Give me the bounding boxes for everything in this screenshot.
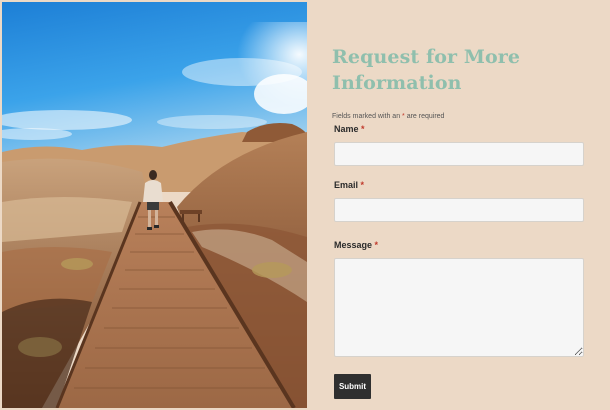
required-fields-note: Fields marked with an * are required (332, 112, 586, 122)
name-field-group: Name * (334, 124, 586, 166)
name-required-star: * (361, 124, 365, 134)
message-label-text: Message (334, 240, 373, 250)
submit-button[interactable]: Submit (334, 374, 371, 399)
required-note-text-before: Fields marked with an (332, 113, 403, 120)
message-textarea[interactable] (334, 258, 584, 357)
name-input[interactable] (334, 142, 584, 166)
name-label-text: Name (334, 124, 359, 134)
email-label: Email * (334, 180, 586, 191)
boardwalk-hiker-photo (2, 2, 307, 408)
request-info-form: Request for More Information Fields mark… (332, 44, 586, 399)
email-input[interactable] (334, 198, 584, 222)
message-field-group: Message * (334, 240, 586, 357)
required-note-text-after: are required (404, 113, 445, 120)
page: Request for More Information Fields mark… (0, 0, 610, 410)
message-label: Message * (334, 240, 586, 251)
email-label-text: Email (334, 180, 359, 190)
email-required-star: * (360, 180, 365, 190)
name-label: Name * (334, 124, 586, 135)
email-field-group: Email * (334, 180, 586, 222)
form-title: Request for More Information (332, 46, 521, 94)
message-required-star: * (374, 240, 379, 250)
